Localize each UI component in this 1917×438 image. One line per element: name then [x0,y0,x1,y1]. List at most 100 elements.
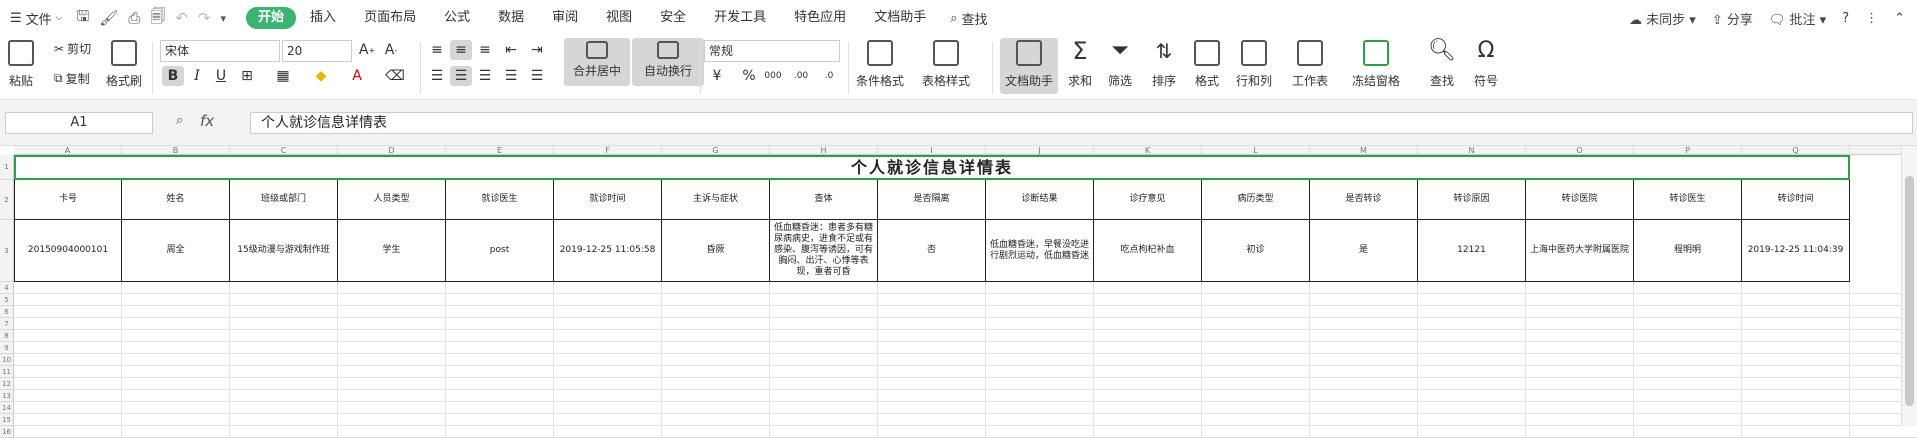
comment-button[interactable]: 🗨 批注 ▾ [1769,9,1826,28]
empty-cell[interactable] [1526,414,1634,426]
empty-cell[interactable] [554,426,662,438]
empty-cell[interactable] [1418,390,1526,402]
empty-cell[interactable] [1526,318,1634,330]
empty-cell[interactable] [14,414,122,426]
data-cell[interactable]: 是 [1310,220,1418,282]
empty-cell[interactable] [1742,330,1850,342]
empty-cell[interactable] [770,318,878,330]
empty-cell[interactable] [1202,414,1310,426]
empty-cell[interactable] [1742,426,1850,438]
empty-cell[interactable] [554,318,662,330]
empty-cell[interactable] [338,330,446,342]
empty-cell[interactable] [1742,306,1850,318]
empty-cell[interactable] [338,390,446,402]
header-cell[interactable]: 病历类型 [1202,180,1310,220]
empty-cell[interactable] [1418,342,1526,354]
empty-cell[interactable] [986,402,1094,414]
empty-cell[interactable] [770,426,878,438]
empty-cell[interactable] [122,330,230,342]
empty-cell[interactable] [878,306,986,318]
empty-cell[interactable] [338,318,446,330]
empty-cell[interactable] [1418,294,1526,306]
empty-cell[interactable] [338,414,446,426]
empty-cell[interactable] [122,294,230,306]
freeze-panes-button[interactable]: 冻结窗格 [1352,36,1400,89]
align-center-icon[interactable]: ☰ [450,66,472,86]
empty-cell[interactable] [122,318,230,330]
row-header[interactable]: 1 [0,155,13,180]
empty-cell[interactable] [1418,318,1526,330]
empty-cell[interactable] [878,330,986,342]
empty-cell[interactable] [554,390,662,402]
empty-cell[interactable] [986,414,1094,426]
empty-cell[interactable] [986,306,1094,318]
empty-cell[interactable] [1418,426,1526,438]
header-cell[interactable]: 转诊原因 [1418,180,1526,220]
tab-5[interactable]: 审阅 [538,7,592,29]
data-cell[interactable]: 学生 [338,220,446,282]
row-header[interactable]: 7 [0,318,13,330]
empty-cell[interactable] [662,426,770,438]
thousands-icon[interactable]: 000 [762,66,784,86]
empty-cell[interactable] [986,282,1094,294]
empty-cell[interactable] [1202,390,1310,402]
empty-cell[interactable] [662,294,770,306]
align-top-icon[interactable]: ≡ [426,40,448,60]
data-cell[interactable]: 上海中医药大学附属医院 [1526,220,1634,282]
empty-cell[interactable] [1742,282,1850,294]
empty-cell[interactable] [1526,378,1634,390]
empty-cell[interactable] [1094,306,1202,318]
empty-cell[interactable] [1742,390,1850,402]
empty-cell[interactable] [1634,342,1742,354]
symbol-button[interactable]: Ω 符号 [1474,36,1498,89]
row-header[interactable]: 5 [0,294,13,306]
empty-cell[interactable] [662,414,770,426]
format-button[interactable]: 格式 [1194,36,1220,89]
empty-cell[interactable] [338,426,446,438]
column-header[interactable]: A [14,146,122,155]
empty-cell[interactable] [1634,330,1742,342]
empty-cell[interactable] [446,378,554,390]
empty-cell[interactable] [1526,306,1634,318]
empty-cell[interactable] [230,426,338,438]
empty-cell[interactable] [1526,330,1634,342]
empty-cell[interactable] [1418,366,1526,378]
empty-cell[interactable] [14,282,122,294]
header-cell[interactable]: 主诉与症状 [662,180,770,220]
column-header[interactable]: E [446,146,554,155]
empty-cell[interactable] [986,426,1094,438]
empty-cell[interactable] [554,282,662,294]
empty-cell[interactable] [878,414,986,426]
data-cell[interactable]: 低血糖昏迷，早餐没吃进行剧烈运动，低血糖昏迷 [986,220,1094,282]
search-button[interactable]: ⌕ 查找 [950,9,987,28]
empty-cell[interactable] [770,414,878,426]
vertical-scrollbar[interactable] [1901,146,1917,426]
empty-cell[interactable] [1310,402,1418,414]
empty-cell[interactable] [446,402,554,414]
empty-cell[interactable] [1094,342,1202,354]
filter-button[interactable]: ⏷ 筛选 [1108,36,1132,89]
data-cell[interactable]: 2019-12-25 11:05:58 [554,220,662,282]
header-cell[interactable]: 班级或部门 [230,180,338,220]
share-button[interactable]: ⇪ 分享 [1712,9,1753,28]
empty-cell[interactable] [1094,354,1202,366]
column-header[interactable]: Q [1742,146,1850,155]
empty-cell[interactable] [986,294,1094,306]
empty-cell[interactable] [770,282,878,294]
conditional-format-button[interactable]: 条件格式 [856,36,904,89]
empty-cell[interactable] [230,282,338,294]
empty-cell[interactable] [1094,294,1202,306]
empty-cell[interactable] [1094,402,1202,414]
empty-cell[interactable] [878,390,986,402]
empty-cell[interactable] [1526,354,1634,366]
empty-cell[interactable] [878,426,986,438]
row-col-button[interactable]: 行和列 [1236,36,1272,89]
empty-cell[interactable] [1526,390,1634,402]
empty-cell[interactable] [1742,402,1850,414]
empty-cell[interactable] [662,378,770,390]
column-header[interactable]: M [1310,146,1418,155]
empty-cell[interactable] [122,402,230,414]
empty-cell[interactable] [878,318,986,330]
row-header[interactable]: 11 [0,366,13,378]
empty-cell[interactable] [1418,330,1526,342]
